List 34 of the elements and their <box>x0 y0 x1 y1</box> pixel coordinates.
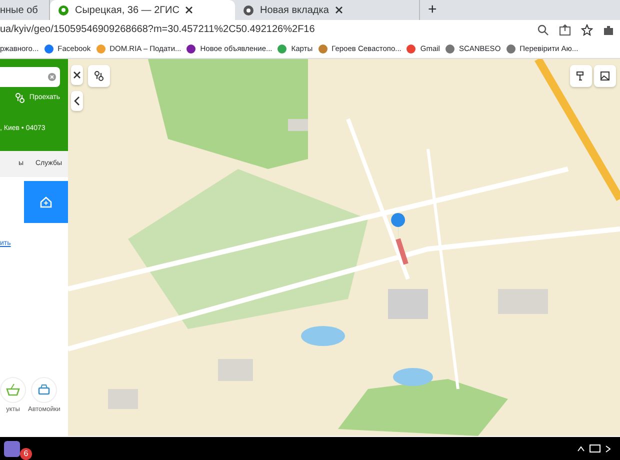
route-icon <box>94 71 104 81</box>
taskbar-app-icon[interactable] <box>4 440 20 456</box>
house-plus-icon <box>40 196 52 208</box>
bookmark-icon <box>506 44 516 54</box>
bookmark-icon <box>44 44 54 54</box>
collapse-button[interactable] <box>71 91 83 111</box>
close-icon[interactable] <box>185 6 194 14</box>
route-icon <box>15 93 26 104</box>
notification-badge: 6 <box>20 448 32 460</box>
bookmark-icon <box>186 44 196 54</box>
basket-icon <box>6 383 20 398</box>
add-to-favorites-button[interactable] <box>24 181 68 223</box>
browser-tab[interactable]: Сырецкая, 36 — 2ГИС <box>50 0 235 20</box>
zoom-icon[interactable] <box>537 24 549 36</box>
close-icon <box>72 70 82 80</box>
new-tab-button[interactable]: + <box>420 0 445 20</box>
bookmark-icon <box>96 44 106 54</box>
close-icon[interactable] <box>334 6 343 14</box>
picture-icon <box>600 71 610 81</box>
bookmark-icon <box>444 44 455 54</box>
address-bar[interactable]: ua/kyiv/geo/15059546909268668?m=30.457211%2C50.492126%2F16 <box>0 22 532 37</box>
clear-icon[interactable] <box>48 73 56 81</box>
share-icon[interactable] <box>559 24 571 36</box>
star-icon[interactable] <box>581 24 593 36</box>
signpost-icon <box>576 71 586 81</box>
bookmark-icon <box>318 44 328 54</box>
search-field[interactable] <box>0 67 60 87</box>
chevron-left-icon <box>72 96 82 106</box>
route-button[interactable] <box>88 65 110 87</box>
picture-button[interactable] <box>594 65 616 87</box>
signpost-button[interactable] <box>570 65 592 87</box>
close-button[interactable] <box>71 65 83 85</box>
bookmark-icon <box>277 44 288 54</box>
bookmark-icon <box>406 44 416 54</box>
